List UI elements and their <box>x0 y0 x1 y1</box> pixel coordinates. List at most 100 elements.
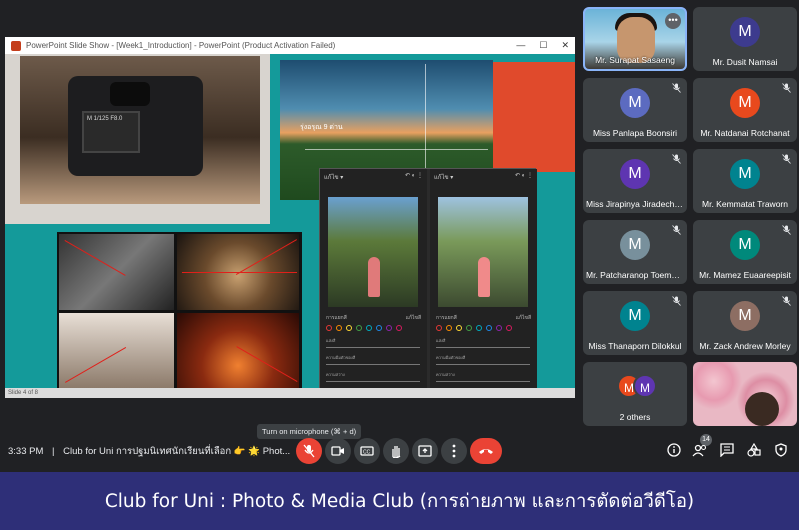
participant-tile[interactable]: M Mr. Zack Andrew Morley <box>693 291 797 355</box>
color-swatches <box>326 325 402 331</box>
captions-button[interactable]: CC <box>354 438 380 464</box>
grid-line <box>425 64 426 184</box>
maximize-icon[interactable]: ☐ <box>539 40 547 51</box>
chat-icon <box>720 443 734 457</box>
phone-screen-after: แก้ไข ▾ ↶ ◐ ⋮ การแยกสี แก้ไขสี แสงสี ความอ… <box>430 169 537 388</box>
more-options-icon[interactable]: ••• <box>665 13 681 29</box>
participant-tile[interactable]: MM2 others <box>583 362 687 426</box>
brightness-slider <box>326 381 420 382</box>
camera-viewfinder <box>110 82 150 106</box>
person-figure <box>478 257 490 297</box>
slider-label: ความอิ่มตัวของสี <box>436 355 466 360</box>
participant-name: Miss Jirapinya Jiradechakul <box>586 199 687 209</box>
avatar: M <box>730 301 760 331</box>
phone-menu: แก้ไข ▾ <box>324 175 344 181</box>
participant-name: Mr. Surapat Sasaeng <box>595 55 675 65</box>
info-icon <box>667 443 681 457</box>
participant-tile[interactable]: M Miss Panlapa Boonsiri <box>583 78 687 142</box>
meeting-name: Club for Uni การปฐมนิเทศนักเรียนที่เลือก… <box>63 446 291 457</box>
participant-tile[interactable]: M Mr. Natdanai Rotchanat <box>693 78 797 142</box>
meeting-controls: 3:33 PM | Club for Uni การปฐมนิเทศนักเรี… <box>0 424 799 470</box>
mic-off-icon <box>672 296 681 306</box>
participant-name: Mr. Natdanai Rotchanat <box>700 128 790 138</box>
meeting-details-button[interactable] <box>666 442 682 458</box>
color-swatches <box>436 325 512 331</box>
shapes-icon <box>747 443 761 457</box>
participant-tile[interactable]: M Mr. Dusit Namsai <box>693 7 797 71</box>
avatar: M <box>633 374 657 398</box>
powerpoint-icon <box>11 40 21 51</box>
mic-off-icon <box>303 444 315 458</box>
camera-screen: M 1/125 F8.0 <box>82 111 140 153</box>
chat-button[interactable] <box>719 442 735 458</box>
avatar: M <box>620 301 650 331</box>
people-icon <box>692 444 707 457</box>
monk-corridor-photo <box>59 313 174 388</box>
window-title: PowerPoint Slide Show - [Week1_Introduct… <box>26 41 336 50</box>
mic-off-icon <box>782 296 791 306</box>
temple-photo <box>177 313 299 388</box>
phone-screen-before: แก้ไข ▾ ↶ ◐ ⋮ การแยกสี แก้ไขสี แสงสี ความอ… <box>320 169 427 388</box>
mic-off-icon <box>672 83 681 93</box>
phone-tab: แก้ไขสี <box>405 315 421 321</box>
slider-label: แสงสี <box>436 338 446 343</box>
landscape-caption: รุ่งอรุณ 9 ด่าน <box>300 124 343 131</box>
separator: | <box>52 446 55 457</box>
participant-name: Mr. Kemmatat Traworn <box>702 199 788 209</box>
hue-slider <box>436 347 530 348</box>
present-icon <box>418 445 432 457</box>
shield-icon <box>775 443 787 457</box>
brightness-slider <box>436 381 530 382</box>
avatar: M <box>620 88 650 118</box>
participant-tile[interactable]: M Miss Thanaporn Dilokkul <box>583 291 687 355</box>
leave-call-button[interactable] <box>470 438 502 464</box>
participant-tile[interactable] <box>693 362 797 426</box>
phone-menu: แก้ไข ▾ <box>434 175 454 181</box>
grid-line <box>305 149 488 150</box>
phone-tab: การแยกสี <box>326 315 347 321</box>
phone-tab: แก้ไขสี <box>515 315 531 321</box>
person-figure <box>368 257 380 297</box>
host-controls-button[interactable] <box>773 442 789 458</box>
svg-text:CC: CC <box>363 450 371 456</box>
mic-off-icon <box>782 225 791 235</box>
people-button[interactable] <box>692 442 708 458</box>
participant-name: Miss Panlapa Boonsiri <box>592 128 678 138</box>
phone-edit-comparison: แก้ไข ▾ ↶ ◐ ⋮ การแยกสี แก้ไขสี แสงสี ความอ… <box>319 168 537 388</box>
meeting-info: 3:33 PM | Club for Uni การปฐมนิเทศนักเรี… <box>8 444 290 459</box>
mic-off-icon <box>672 154 681 164</box>
participant-tile[interactable]: M Mr. Mamez Euaareepisit <box>693 220 797 284</box>
microphone-toggle-button[interactable] <box>296 438 322 464</box>
participant-tile[interactable]: M Mr. Patcharanop Toempuek <box>583 220 687 284</box>
mic-tooltip: Turn on microphone (⌘ + d) <box>257 424 362 439</box>
close-icon[interactable]: ✕ <box>561 40 569 51</box>
hue-slider <box>326 347 420 348</box>
clock: 3:33 PM <box>8 446 44 457</box>
present-screen-button[interactable] <box>412 438 438 464</box>
activities-button[interactable] <box>746 442 762 458</box>
video-icon <box>331 446 344 456</box>
minimize-icon[interactable]: — <box>516 40 525 51</box>
avatar: M <box>730 230 760 260</box>
slide-status: Slide 4 of 8 <box>5 388 575 398</box>
participant-name: Mr. Dusit Namsai <box>712 57 778 67</box>
participant-tile[interactable]: M Mr. Kemmatat Traworn <box>693 149 797 213</box>
raise-hand-button[interactable] <box>383 438 409 464</box>
avatar: M <box>620 230 650 260</box>
phone-photo <box>438 197 528 307</box>
more-options-button[interactable] <box>441 438 467 464</box>
camera-toggle-button[interactable] <box>325 438 351 464</box>
slider-label: แสงสี <box>326 338 336 343</box>
participant-video <box>745 392 779 426</box>
hang-up-icon <box>479 449 493 454</box>
participant-name: Mr. Mamez Euaareepisit <box>699 270 791 280</box>
composition-photo-grid <box>57 232 302 388</box>
participant-name: 2 others <box>619 412 651 422</box>
participant-name: Mr. Patcharanop Toempuek <box>586 270 687 280</box>
participant-tile[interactable]: M Miss Jirapinya Jiradechakul <box>583 149 687 213</box>
participant-tile[interactable]: ••• Mr. Surapat Sasaeng <box>583 7 687 71</box>
closed-captions-icon: CC <box>360 446 374 456</box>
leading-line <box>182 272 297 273</box>
more-vert-icon <box>452 444 456 458</box>
window-titlebar: PowerPoint Slide Show - [Week1_Introduct… <box>5 37 575 54</box>
